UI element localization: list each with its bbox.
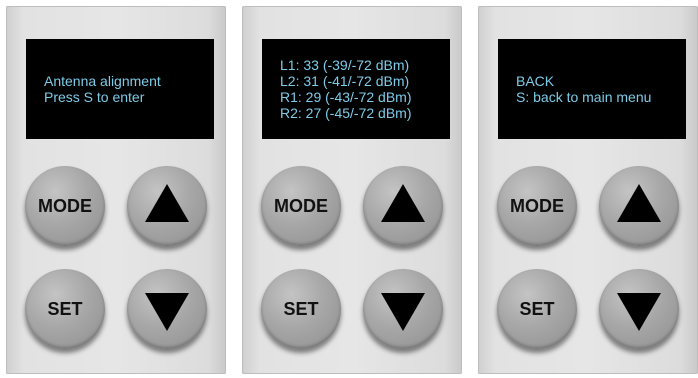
set-button[interactable]: SET bbox=[497, 269, 577, 349]
set-button[interactable]: SET bbox=[261, 269, 341, 349]
screen-line: BACK bbox=[516, 73, 555, 89]
triangle-down-icon bbox=[381, 293, 425, 331]
mode-button[interactable]: MODE bbox=[497, 166, 577, 246]
triangle-up-icon bbox=[145, 184, 189, 222]
mode-button-label: MODE bbox=[510, 195, 564, 216]
lcd-screen: L1: 33 (-39/-72 dBm) L2: 31 (-41/-72 dBm… bbox=[262, 39, 450, 139]
down-button[interactable] bbox=[127, 269, 207, 349]
device-panel-2: L1: 33 (-39/-72 dBm) L2: 31 (-41/-72 dBm… bbox=[242, 6, 462, 374]
mode-button[interactable]: MODE bbox=[25, 166, 105, 246]
up-button[interactable] bbox=[599, 166, 679, 246]
triangle-down-icon bbox=[617, 293, 661, 331]
device-panel-1: Antenna alignment Press S to enter MODE … bbox=[6, 6, 226, 374]
up-button[interactable] bbox=[363, 166, 443, 246]
set-button-label: SET bbox=[283, 298, 319, 319]
triangle-up-icon bbox=[617, 184, 661, 222]
set-button[interactable]: SET bbox=[25, 269, 105, 349]
up-button[interactable] bbox=[127, 166, 207, 246]
mode-button[interactable]: MODE bbox=[261, 166, 341, 246]
screen-line: L2: 31 (-41/-72 dBm) bbox=[280, 73, 410, 89]
down-button[interactable] bbox=[599, 269, 679, 349]
screen-line: R1: 29 (-43/-72 dBm) bbox=[280, 89, 412, 105]
mode-button-label: MODE bbox=[38, 195, 92, 216]
screen-line: Press S to enter bbox=[44, 89, 145, 105]
triangle-up-icon bbox=[381, 184, 425, 222]
screen-line: L1: 33 (-39/-72 dBm) bbox=[280, 57, 410, 73]
device-panel-3: BACK S: back to main menu MODE SET bbox=[478, 6, 698, 374]
screen-line: Antenna alignment bbox=[44, 73, 161, 89]
set-button-label: SET bbox=[519, 298, 555, 319]
triangle-down-icon bbox=[145, 293, 189, 331]
set-button-label: SET bbox=[47, 298, 83, 319]
lcd-screen: Antenna alignment Press S to enter bbox=[26, 39, 214, 139]
screen-line: S: back to main menu bbox=[516, 89, 652, 105]
mode-button-label: MODE bbox=[274, 195, 328, 216]
down-button[interactable] bbox=[363, 269, 443, 349]
lcd-screen: BACK S: back to main menu bbox=[498, 39, 686, 139]
screen-line: R2: 27 (-45/-72 dBm) bbox=[280, 105, 412, 121]
